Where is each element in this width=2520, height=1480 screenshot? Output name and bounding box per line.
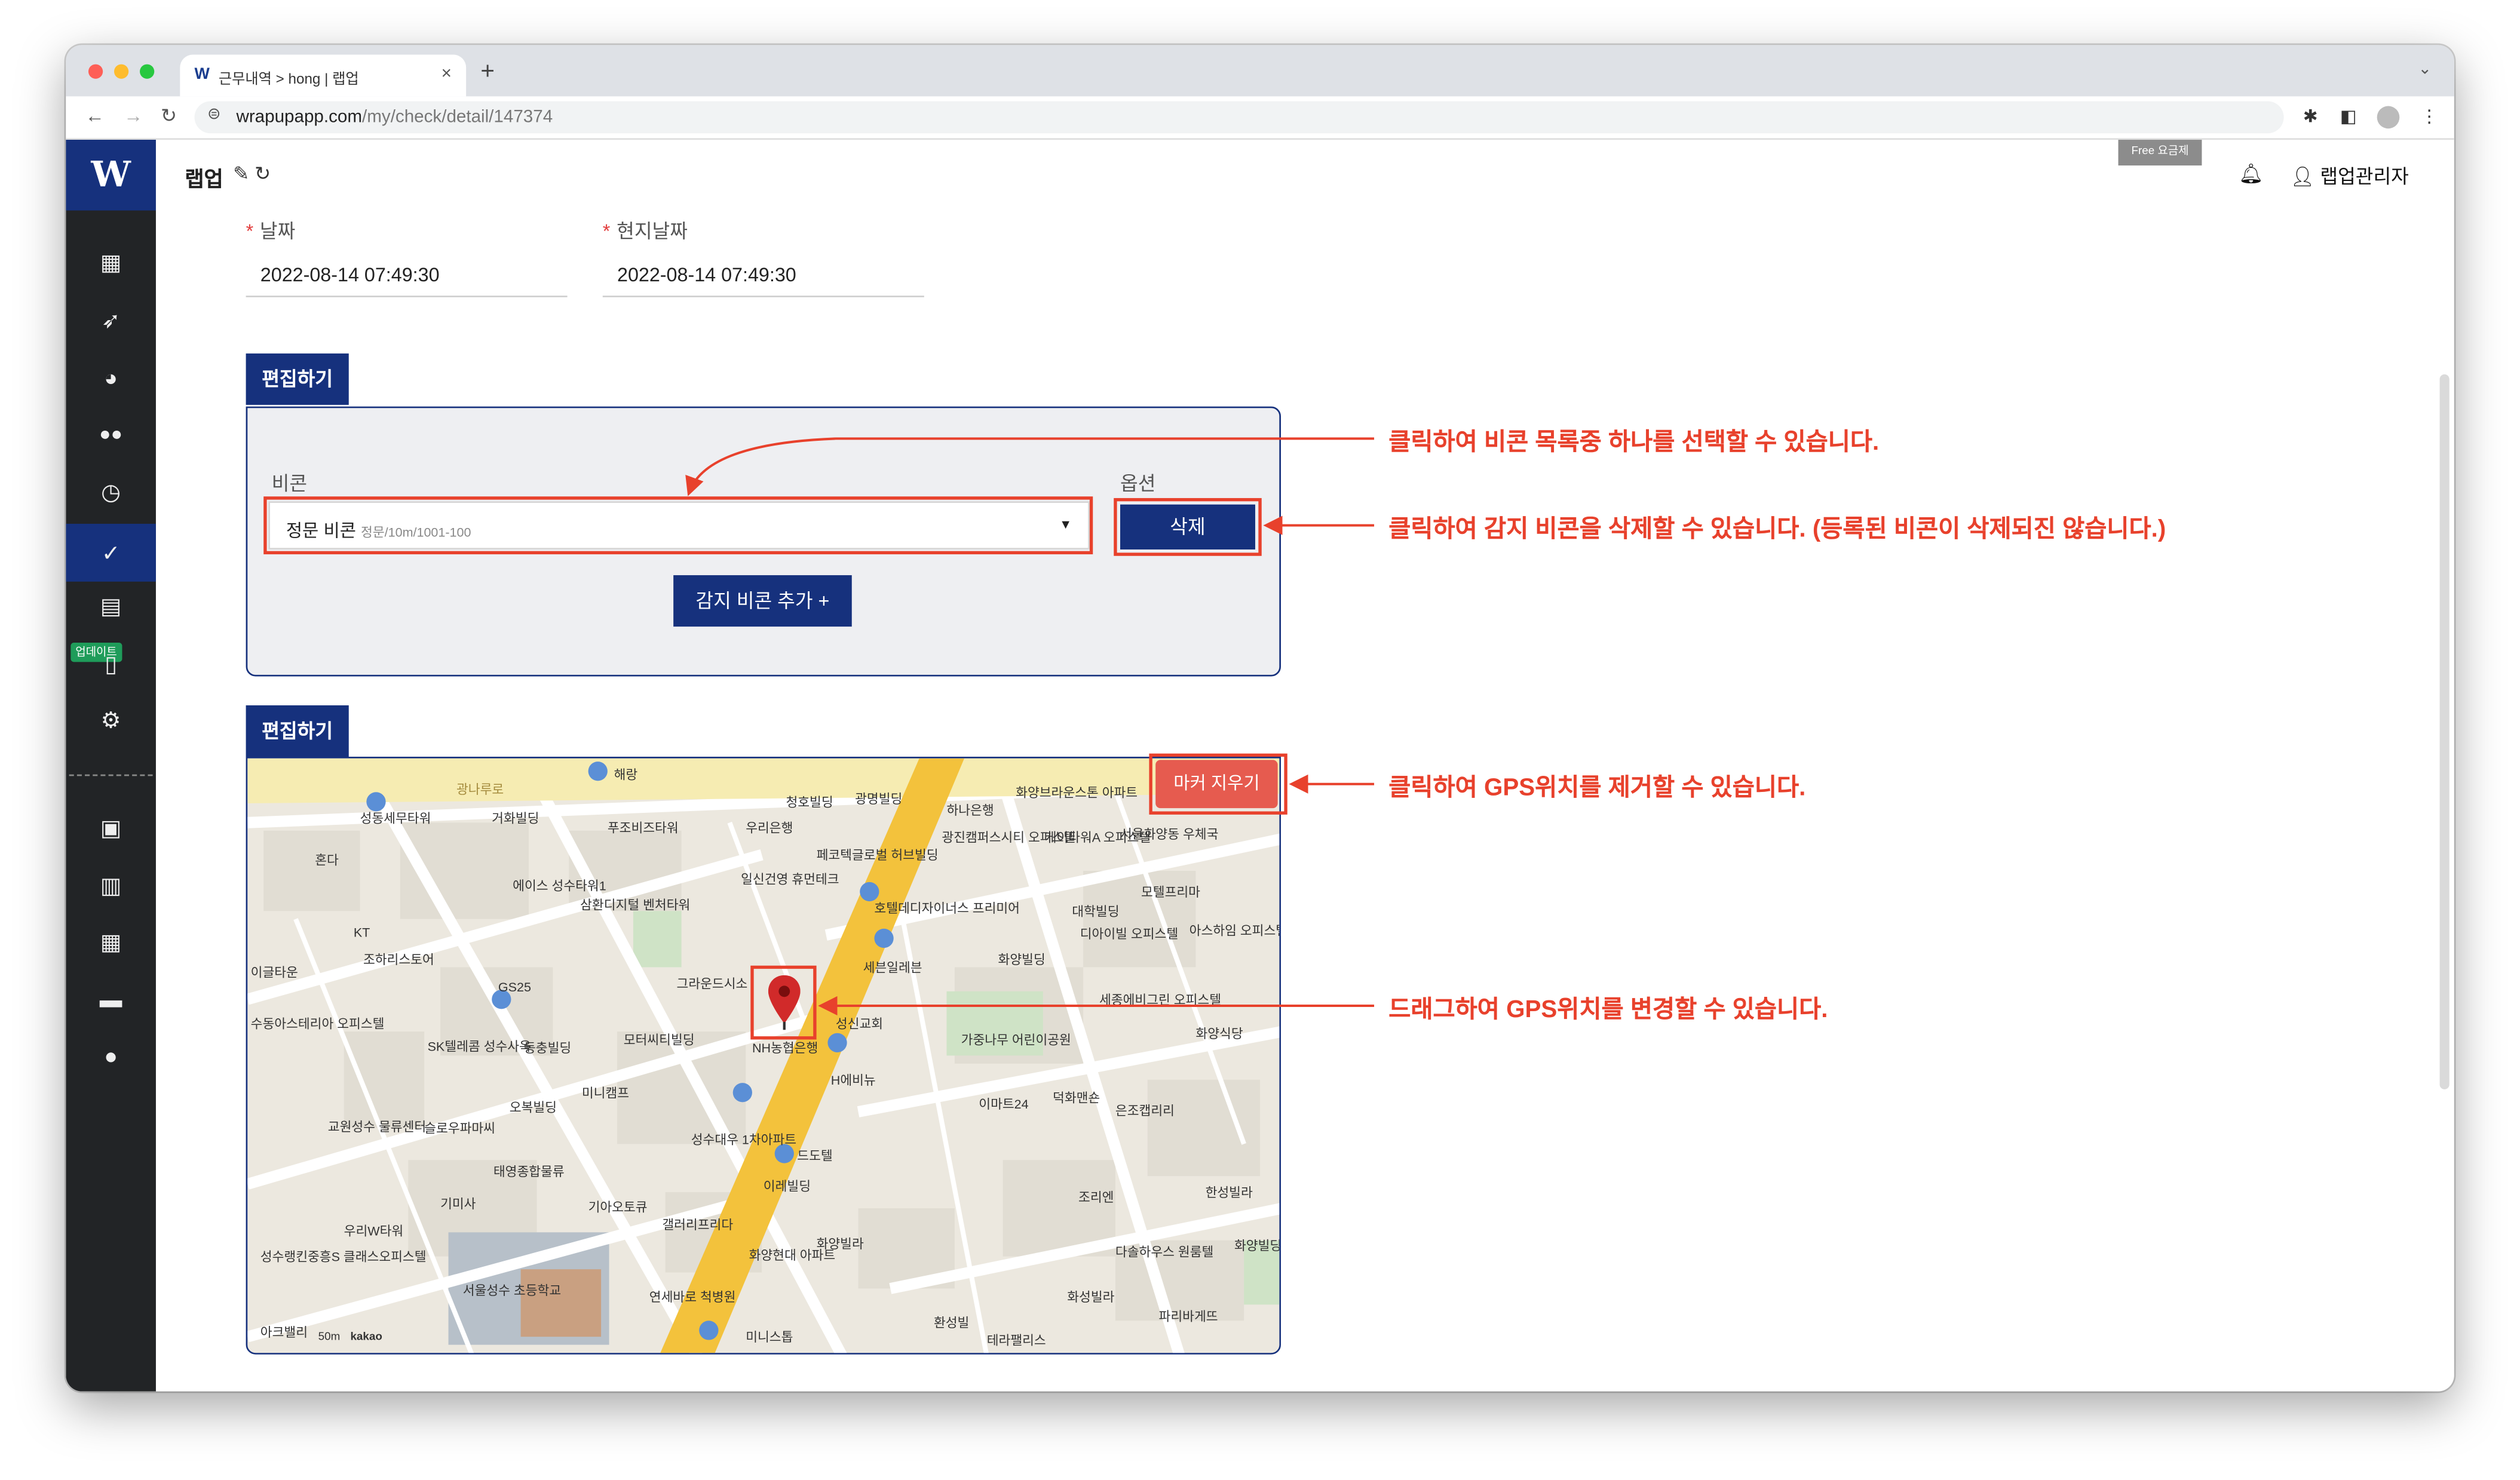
delete-hint: 클릭하여 감지 비콘을 삭제할 수 있습니다. (등록된 비콘이 삭제되진 않습… bbox=[1388, 515, 2166, 544]
select-arrow bbox=[685, 437, 1375, 496]
annotation-arrows bbox=[685, 437, 1375, 1016]
clear-hint: 클릭하여 GPS위치를 제거할 수 있습니다. bbox=[1388, 774, 1806, 802]
select-hint: 클릭하여 비콘 목록중 하나를 선택할 수 있습니다. bbox=[1388, 429, 1880, 456]
drag-hint: 드래그하여 GPS위치를 변경할 수 있습니다. bbox=[1388, 996, 1828, 1024]
